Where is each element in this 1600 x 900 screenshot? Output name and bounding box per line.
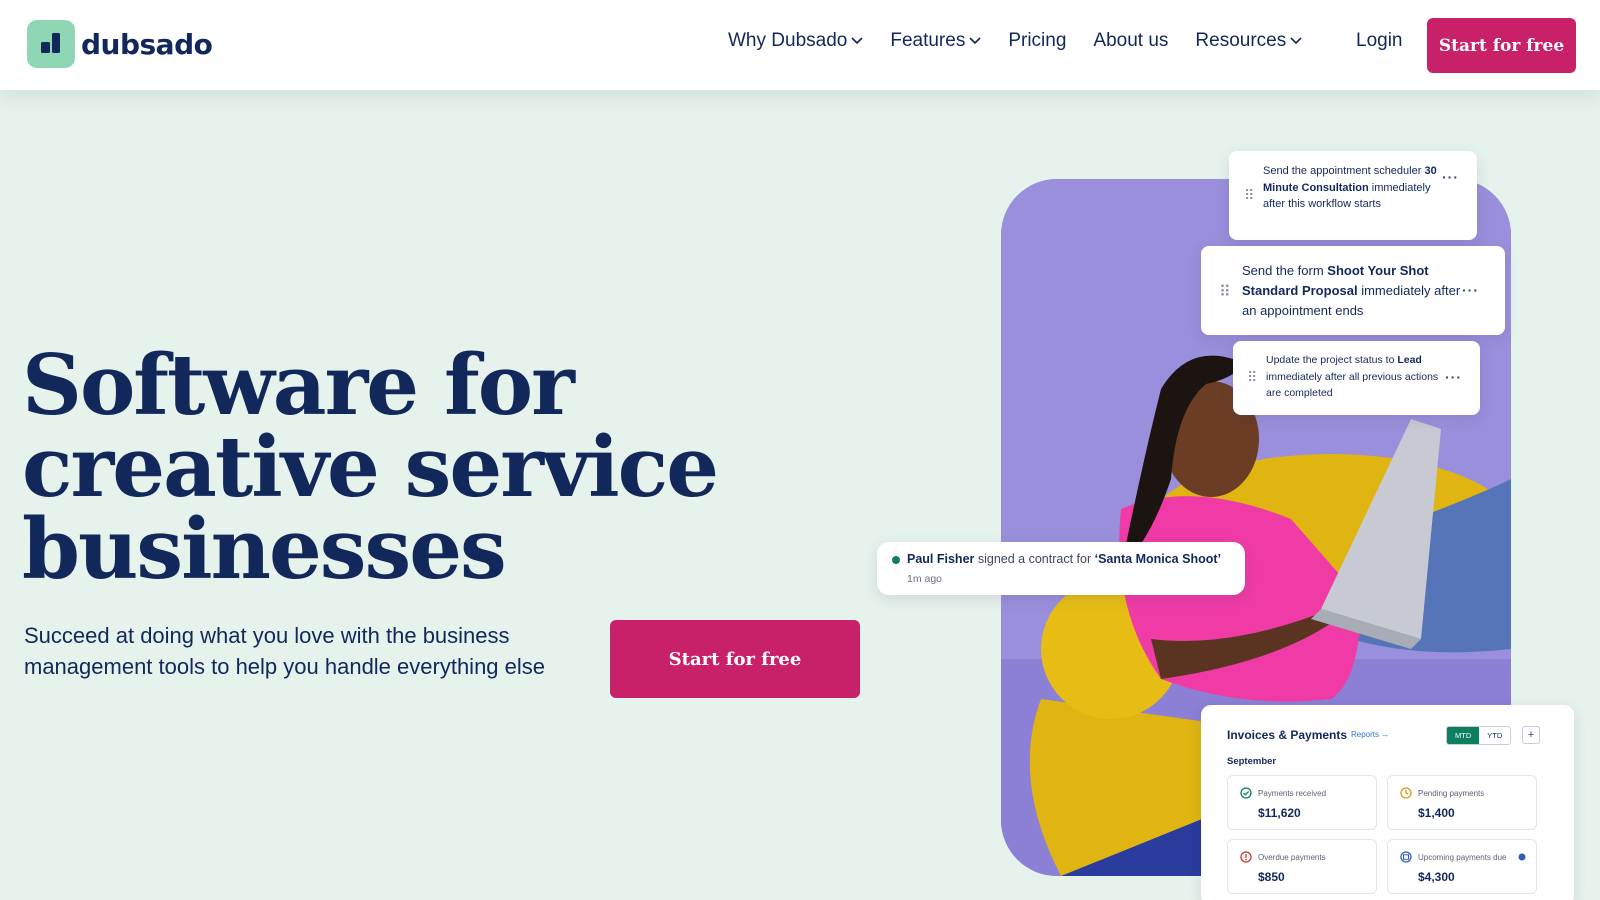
tile-value: $4,300 (1418, 870, 1455, 884)
tile-value: $11,620 (1258, 806, 1301, 820)
hero-start-free-button[interactable]: Start for free (610, 620, 860, 698)
tile-value: $1,400 (1418, 806, 1455, 820)
notification-action: signed a contract for (974, 552, 1095, 566)
brand-logo[interactable]: dubsado (27, 20, 213, 68)
workflow-step-text: Send the appointment scheduler 30 Minute… (1263, 163, 1443, 213)
nav-item-label: About us (1093, 30, 1169, 51)
header-start-free-button[interactable]: Start for free (1427, 18, 1576, 73)
nav-item-why-dubsado[interactable]: Why Dubsado (728, 30, 863, 52)
tile-label: Payments received (1258, 789, 1327, 798)
more-options-icon[interactable]: ··· (1462, 282, 1479, 298)
notification-name: Paul Fisher (907, 552, 975, 566)
toggle-ytd[interactable]: YTD (1479, 727, 1510, 744)
tile-label: Pending payments (1418, 789, 1485, 798)
main-nav: Why Dubsado Features Pricing About us Re… (728, 30, 1329, 52)
tile-label: Upcoming payments due (1418, 853, 1507, 862)
info-icon[interactable] (1518, 853, 1526, 861)
step-text-pre: Update the project status to (1266, 354, 1398, 366)
toggle-mtd[interactable]: MTD (1447, 727, 1480, 744)
workflow-step-card[interactable]: ⠿ Update the project status to Lead imme… (1233, 341, 1480, 415)
status-dot-icon (892, 556, 900, 564)
step-text-pre: Send the appointment scheduler (1263, 165, 1425, 177)
workflow-step-card[interactable]: ⠿ Send the form Shoot Your Shot Standard… (1201, 246, 1505, 335)
nav-item-about-us[interactable]: About us (1093, 30, 1168, 52)
hero-headline: Software for creative service businesses (22, 336, 742, 598)
tile-value: $850 (1258, 870, 1285, 884)
calendar-icon (1400, 851, 1412, 863)
payment-tile[interactable]: Payments received $11,620 (1227, 775, 1377, 830)
headline-line: creative service (22, 418, 719, 516)
step-text-pre: Send the form (1242, 263, 1328, 278)
drag-handle-icon[interactable]: ⠿ (1244, 187, 1254, 204)
login-link[interactable]: Login (1356, 30, 1403, 52)
notification-message: Paul Fisher signed a contract for ‘Santa… (907, 552, 1221, 566)
workflow-step-card[interactable]: ⠿ Send the appointment scheduler 30 Minu… (1229, 151, 1477, 240)
payment-tile[interactable]: Upcoming payments due $4,300 (1387, 839, 1537, 894)
payment-tile[interactable]: Overdue payments $850 (1227, 839, 1377, 894)
nav-item-label: Resources (1195, 30, 1287, 51)
nav-item-features[interactable]: Features (890, 30, 981, 52)
drag-handle-icon[interactable]: ⠿ (1219, 282, 1231, 302)
month-label: September (1227, 756, 1277, 767)
reports-link[interactable]: Reports → (1351, 730, 1389, 739)
payment-tile[interactable]: Pending payments $1,400 (1387, 775, 1537, 830)
drag-handle-icon[interactable]: ⠿ (1247, 369, 1257, 386)
invoices-payments-widget: Invoices & Payments Reports → MTD YTD + … (1201, 705, 1574, 900)
check-circle-icon (1240, 787, 1252, 799)
workflow-step-text: Send the form Shoot Your Shot Standard P… (1242, 261, 1462, 321)
step-text-post: immediately after all previous actions a… (1266, 370, 1439, 400)
widget-title: Invoices & Payments (1227, 728, 1348, 742)
nav-item-pricing[interactable]: Pricing (1008, 30, 1066, 52)
add-button[interactable]: + (1522, 726, 1540, 744)
contract-signed-notification: Paul Fisher signed a contract for ‘Santa… (877, 542, 1245, 595)
period-toggle: MTD YTD (1446, 726, 1512, 745)
brand-name: dubsado (81, 27, 213, 61)
headline-line: Software for (22, 336, 575, 434)
site-header: dubsado Why Dubsado Features Pricing Abo… (0, 0, 1600, 90)
nav-item-label: Why Dubsado (728, 30, 848, 51)
tile-label: Overdue payments (1258, 853, 1326, 862)
notification-time: 1m ago (907, 573, 943, 585)
logo-mark-icon (27, 20, 75, 68)
clock-icon (1400, 787, 1412, 799)
nav-item-label: Features (890, 30, 966, 51)
more-options-icon[interactable]: ··· (1442, 169, 1459, 185)
chevron-down-icon (851, 37, 863, 45)
workflow-step-text: Update the project status to Lead immedi… (1266, 352, 1451, 402)
chevron-down-icon (969, 37, 981, 45)
chevron-down-icon (1290, 37, 1302, 45)
headline-line: businesses (22, 500, 507, 598)
hero-subtext: Succeed at doing what you love with the … (24, 623, 546, 679)
notification-project: ‘Santa Monica Shoot’ (1094, 552, 1221, 566)
nav-item-resources[interactable]: Resources (1195, 30, 1302, 52)
nav-item-label: Pricing (1008, 30, 1067, 51)
more-options-icon[interactable]: ··· (1445, 369, 1462, 385)
step-text-bold: Lead (1397, 354, 1422, 366)
alert-circle-icon (1240, 851, 1252, 863)
